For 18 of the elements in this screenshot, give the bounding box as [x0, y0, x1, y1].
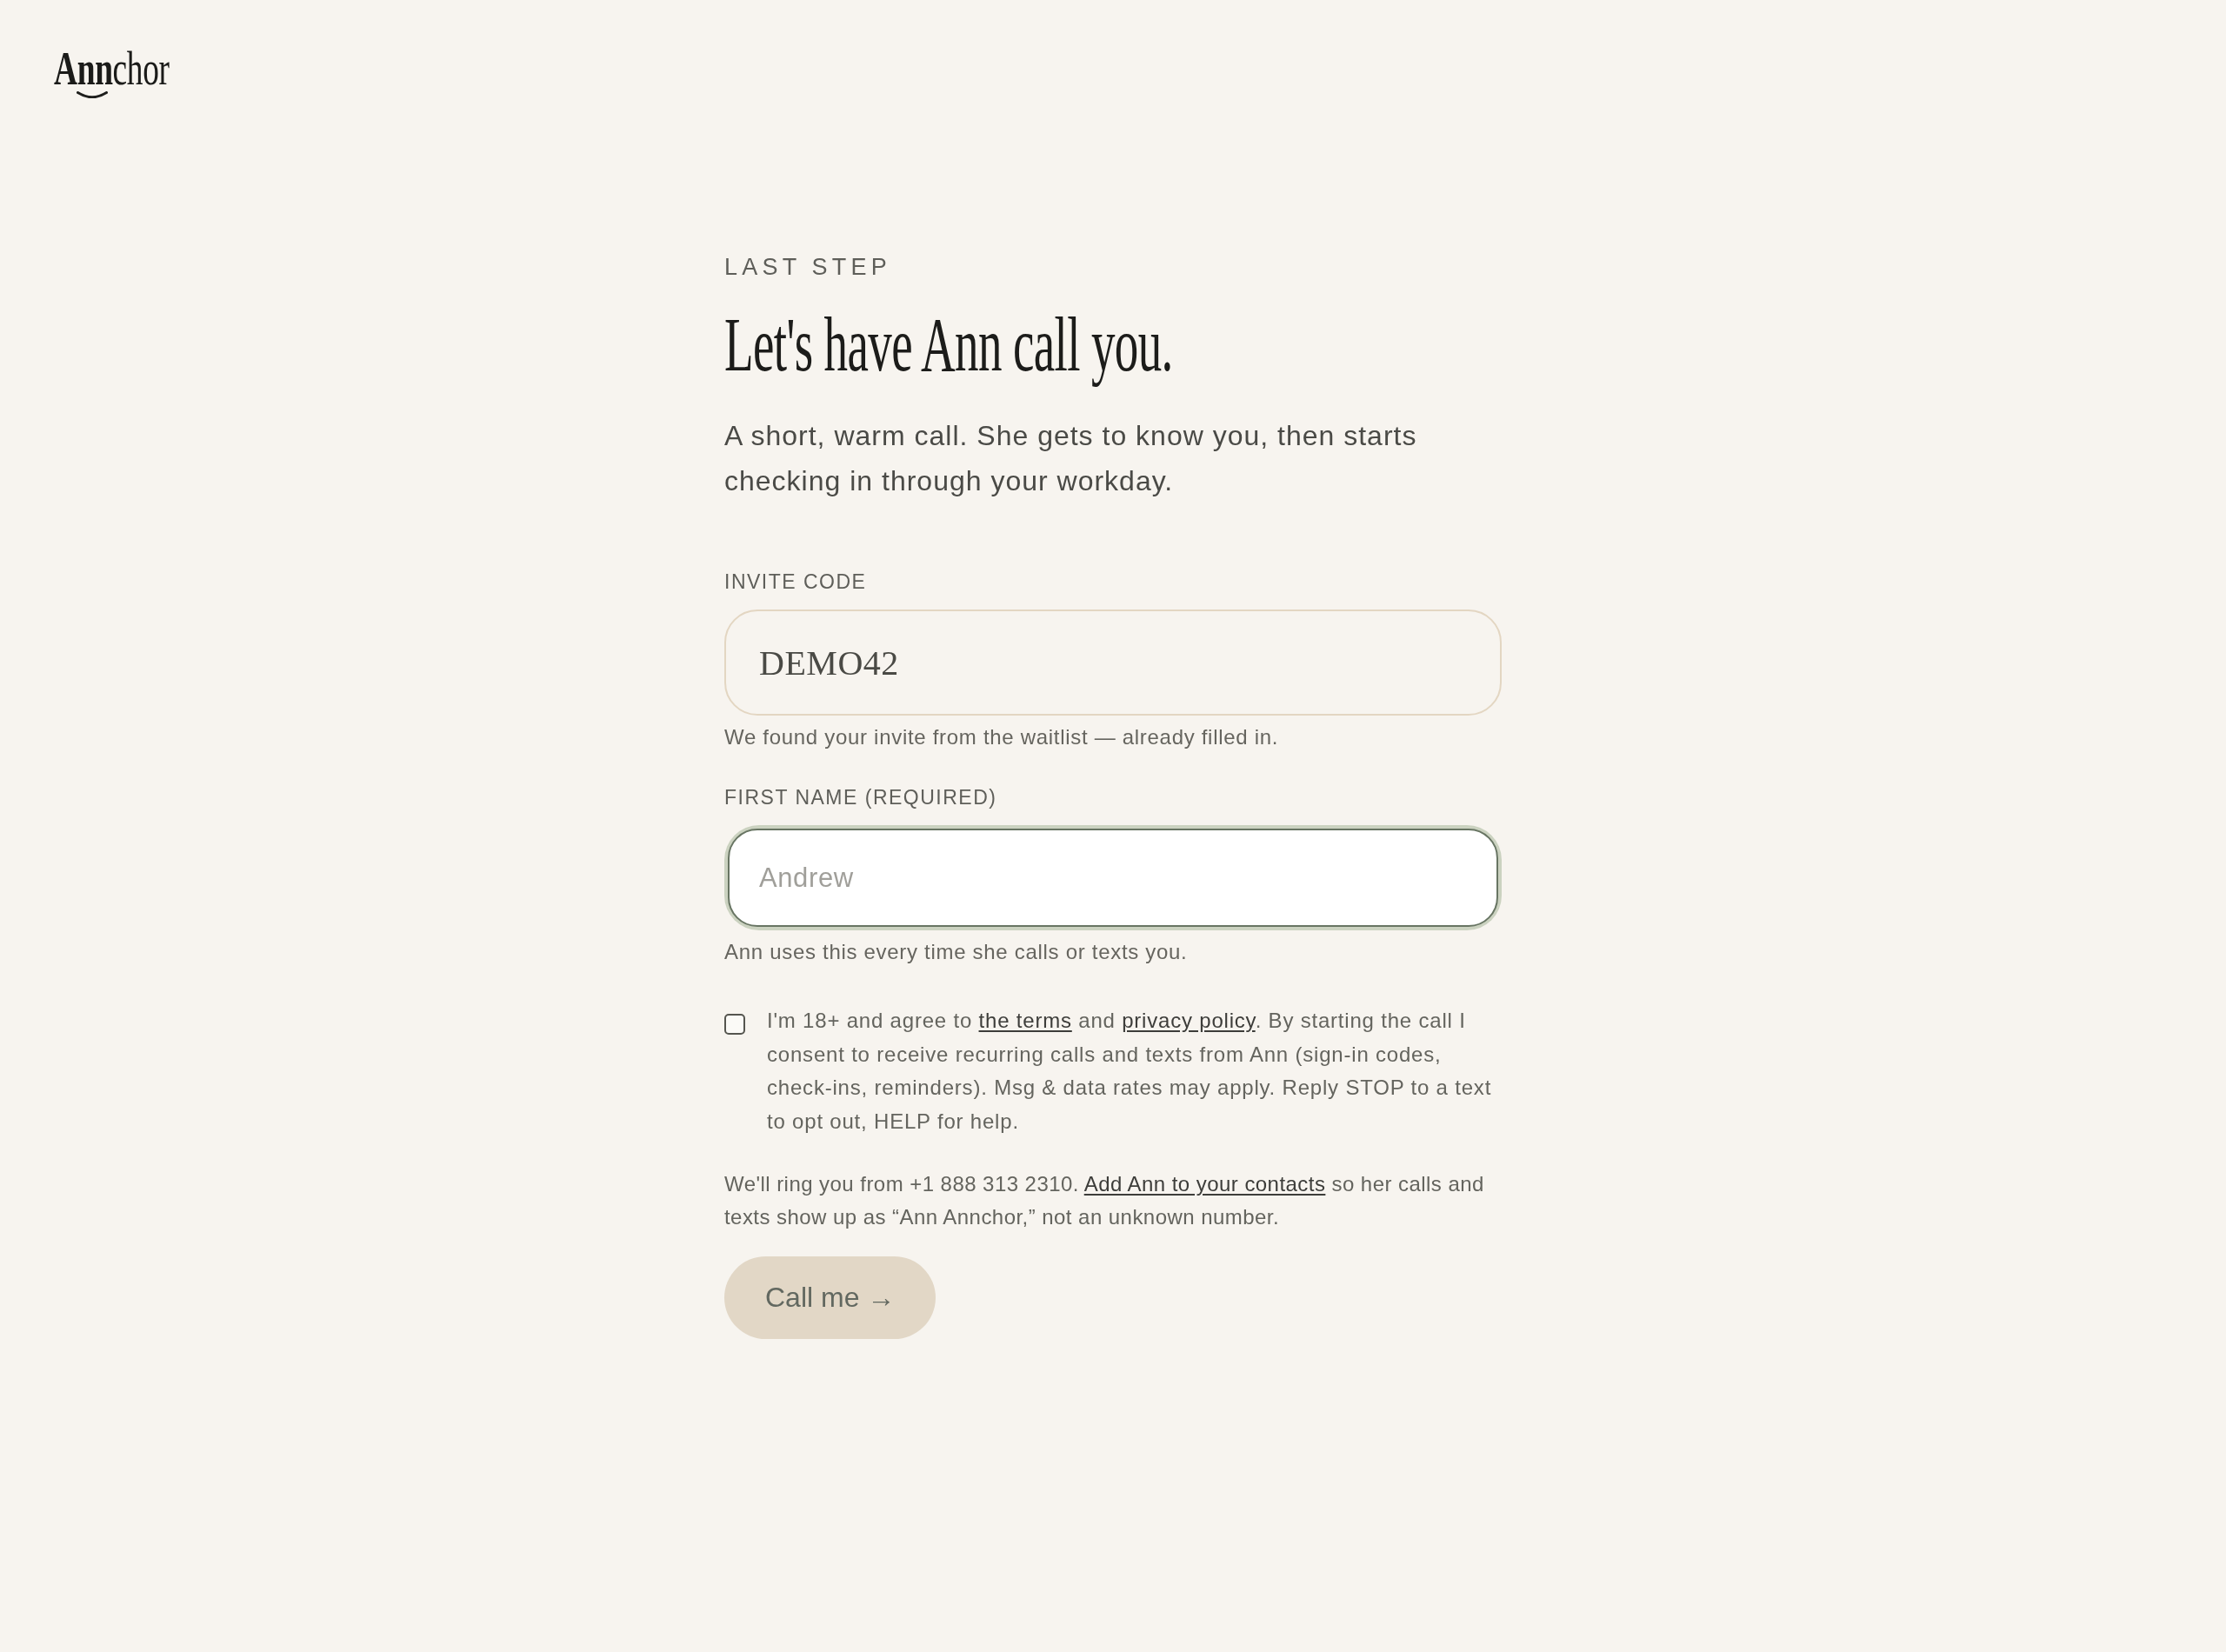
smile-icon	[77, 91, 108, 98]
field-hint: We found your invite from the waitlist — already filled in.	[724, 724, 1280, 750]
text-link[interactable]: privacy policy	[1122, 1009, 1256, 1032]
text-link[interactable]: Add Ann to your contacts	[1083, 1172, 1326, 1196]
invite-code-field[interactable]: DEMO42	[724, 610, 1502, 716]
field-hint: Ann uses this every time she calls or texts you.	[724, 939, 1189, 965]
text-link[interactable]: the terms	[978, 1009, 1072, 1032]
subtitle-text: A short, warm call. She gets to know you, then starts checking in through your workday.	[724, 419, 1418, 498]
caller-note: We'll ring you from +1 888 313 2310. Add Ann to your contacts so her calls and texts show up as “Ann Annchor,” not an unknown number.	[724, 1171, 1485, 1230]
consent-text: I'm 18+ and agree to the terms and privacy policy. By starting the call I consent to receive recurring calls and texts from Ann (sign-in codes, check-ins, reminders). Msg & data rates may apply. Reply STOP to a text to opt out, HELP for help.	[767, 1008, 1493, 1135]
field-label: INVITE CODE	[724, 570, 868, 595]
field-label: FIRST NAME (REQUIRED)	[724, 785, 998, 810]
checkbox[interactable]	[724, 1014, 745, 1035]
logo-wordmark: Annchor	[54, 48, 170, 90]
page-heading: Let's have Ann call you.	[724, 302, 1173, 389]
eyebrow-text: LAST STEP	[724, 253, 892, 282]
call-button[interactable]: Call me →	[724, 1256, 936, 1339]
first-name-field[interactable]: Andrew	[724, 825, 1502, 930]
